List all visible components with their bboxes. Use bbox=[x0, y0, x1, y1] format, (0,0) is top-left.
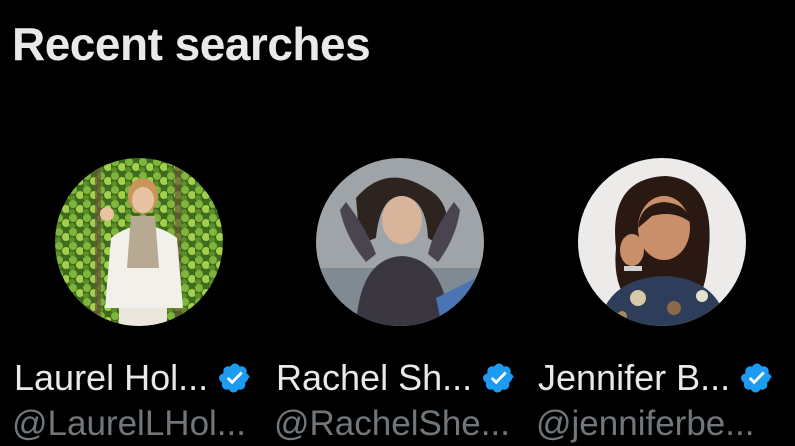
verified-badge-icon bbox=[740, 361, 774, 395]
recent-search-item[interactable]: Rachel Sh... @RachelShe... bbox=[262, 158, 522, 446]
verified-badge-icon bbox=[218, 361, 252, 395]
name-row: Jennifer B... bbox=[538, 356, 774, 400]
user-display-name: Rachel Sh... bbox=[276, 357, 473, 398]
section-title: Recent searches bbox=[12, 18, 371, 70]
user-display-name: Jennifer B... bbox=[538, 357, 731, 398]
name-row: Rachel Sh... bbox=[276, 356, 516, 400]
avatar[interactable] bbox=[316, 158, 484, 326]
user-handle: @jenniferbe... bbox=[536, 404, 755, 443]
user-display-name: Laurel Hol... bbox=[14, 357, 209, 398]
user-handle: @LaurelLHol... bbox=[12, 404, 246, 443]
avatar[interactable] bbox=[55, 158, 223, 326]
avatar[interactable] bbox=[578, 158, 746, 326]
recent-searches-page: Recent searches Laurel Hol... @LaurelLHo… bbox=[0, 0, 795, 446]
name-row: Laurel Hol... bbox=[14, 356, 252, 400]
recent-search-item[interactable]: Laurel Hol... @LaurelLHol... bbox=[0, 158, 260, 446]
user-handle: @RachelShe... bbox=[274, 404, 510, 443]
verified-badge-icon bbox=[482, 361, 516, 395]
recent-search-item[interactable]: Jennifer B... @jenniferbe... bbox=[524, 158, 784, 446]
